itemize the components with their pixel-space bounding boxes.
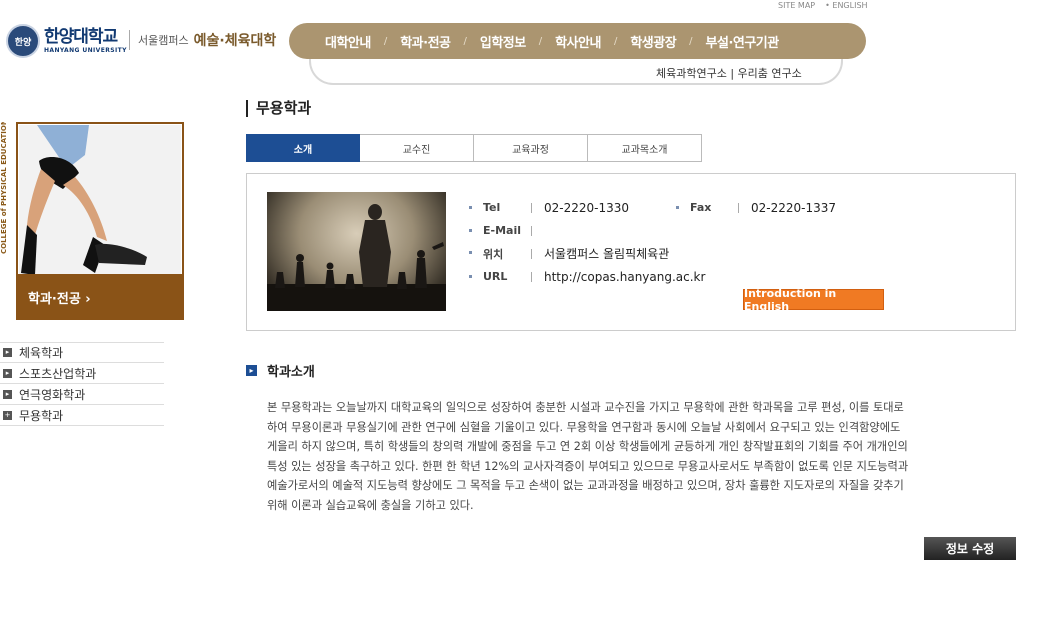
side-item-physical-education[interactable]: ▸ 체육학과 bbox=[0, 342, 164, 363]
gnb-item-student-square[interactable]: 학생광장 bbox=[630, 32, 676, 51]
tab-intro[interactable]: 소개 bbox=[246, 134, 360, 162]
section-heading: ▸ 학과소개 bbox=[246, 361, 315, 380]
gnb-separator: / bbox=[538, 35, 543, 47]
description-line: 예술가로서의 예술적 지도능력 향상에도 그 목적을 두고 손색이 없는 교과과… bbox=[267, 479, 904, 492]
promo-label: 학과·전공 › bbox=[18, 274, 182, 318]
gnb-item-about[interactable]: 대학안내 bbox=[325, 32, 371, 51]
divider bbox=[531, 202, 532, 213]
athlete-image bbox=[19, 125, 181, 275]
info-row-url: URL http://copas.hanyang.ac.kr bbox=[469, 265, 875, 288]
description-line: 본 무용학과는 오늘날까지 대학교육의 일익으로 성장하여 충분한 시설과 교수… bbox=[267, 401, 904, 414]
arrow-icon: ▸ bbox=[3, 348, 12, 357]
email-label: E-Mail bbox=[469, 224, 531, 237]
edit-info-button[interactable]: 정보 수정 bbox=[924, 537, 1016, 560]
fax-value: 02-2220-1337 bbox=[751, 200, 837, 215]
dept-tabs: 소개 교수진 교육과정 교과목소개 bbox=[246, 134, 702, 162]
arrow-icon: ▸ bbox=[3, 368, 12, 378]
gnb-item-majors[interactable]: 학과·전공 bbox=[400, 32, 451, 51]
dept-contact-table: Tel 02-2220-1330 Fax 02-2220-1337 E-Mail… bbox=[469, 196, 875, 288]
fax-label: Fax bbox=[676, 201, 738, 214]
url-label: URL bbox=[469, 270, 531, 283]
side-item-dance[interactable]: + 무용학과 bbox=[0, 405, 164, 426]
gnb-item-academics[interactable]: 학사안내 bbox=[555, 32, 601, 51]
dance-performance-photo bbox=[267, 192, 446, 311]
description-line: 하여 무용이론과 무용실기에 관한 연구에 심혈을 기울이고 있다. 무용학을 … bbox=[267, 420, 901, 434]
side-item-label: 체육학과 bbox=[19, 346, 64, 360]
gnb-item-institutes[interactable]: 부설·연구기관 bbox=[706, 32, 780, 51]
sitemap-link[interactable]: SITE MAP bbox=[778, 1, 815, 10]
description-line: 특성 있는 성장을 촉구하고 있다. 한편 한 학년 12%의 교사자격증이 부… bbox=[267, 459, 909, 473]
tel-value: 02-2220-1330 bbox=[544, 200, 630, 215]
description-line: 게을리 하지 않으며, 특히 학생들의 창의력 개발에 중점을 두고 연 2회 … bbox=[267, 440, 908, 453]
campus-title[interactable]: 서울캠퍼스 예술·체육대학 bbox=[129, 30, 276, 50]
side-menu: ▸ 체육학과 ▸ 스포츠산업학과 ▸ 연극영화학과 + 무용학과 bbox=[0, 342, 164, 426]
college-name: 예술·체육대학 bbox=[193, 33, 277, 49]
tel-label: Tel bbox=[469, 201, 531, 214]
majors-promo-banner[interactable]: 학과·전공 › bbox=[16, 122, 184, 320]
gnb-item-admissions[interactable]: 입학정보 bbox=[480, 32, 526, 51]
tab-curriculum[interactable]: 교육과정 bbox=[474, 134, 588, 162]
plus-icon: + bbox=[3, 410, 12, 420]
section-title: 학과소개 bbox=[267, 365, 315, 380]
info-row-location: 위치 서울캠퍼스 올림픽체육관 bbox=[469, 242, 875, 265]
introduction-english-button[interactable]: Introduction in English bbox=[743, 287, 884, 313]
dept-description: 본 무용학과는 오늘날까지 대학교육의 일익으로 성장하여 충분한 시설과 교수… bbox=[267, 398, 1019, 515]
divider bbox=[531, 271, 532, 282]
gnb-separator: / bbox=[383, 35, 388, 47]
logo-korean: 한양대학교 bbox=[44, 26, 118, 47]
college-vertical-label: COLLEGE of PHYSICAL EDUCATION bbox=[0, 122, 8, 254]
divider bbox=[531, 248, 532, 259]
divider bbox=[738, 202, 739, 213]
gnb-separator: / bbox=[613, 35, 618, 47]
side-item-label: 스포츠산업학과 bbox=[19, 366, 97, 381]
utility-links: SITE MAP • ENGLISH bbox=[778, 1, 868, 10]
location-label: 위치 bbox=[469, 246, 531, 262]
url-link[interactable]: http://copas.hanyang.ac.kr bbox=[544, 270, 705, 284]
info-row-email: E-Mail bbox=[469, 219, 875, 242]
arrow-icon: ▸ bbox=[246, 365, 257, 376]
gnb-separator: / bbox=[463, 35, 467, 47]
description-line: 위해 이론과 실습교육에 충실을 기하고 있다. bbox=[267, 498, 474, 512]
side-item-sports-industry[interactable]: ▸ 스포츠산업학과 bbox=[0, 363, 164, 384]
global-nav: 대학안내 / 학과·전공 / 입학정보 / 학사안내 / 학생광장 / 부설·연… bbox=[289, 23, 866, 59]
logo-english: HANYANG UNIVERSITY bbox=[44, 46, 127, 54]
tab-courses[interactable]: 교과목소개 bbox=[588, 134, 702, 162]
gnb-separator: / bbox=[689, 35, 693, 47]
location-value: 서울캠퍼스 올림픽체육관 bbox=[544, 247, 670, 261]
institute-sublinks[interactable]: 체육과학연구소 | 우리춤 연구소 bbox=[656, 65, 802, 81]
divider bbox=[531, 225, 532, 236]
university-seal-icon: 한양 bbox=[6, 24, 40, 58]
tab-faculty[interactable]: 교수진 bbox=[360, 134, 474, 162]
english-link[interactable]: • ENGLISH bbox=[825, 1, 867, 10]
university-logo[interactable]: 한양 한양대학교 HANYANG UNIVERSITY bbox=[6, 24, 127, 58]
side-item-theater-film[interactable]: ▸ 연극영화학과 bbox=[0, 384, 164, 405]
arrow-icon: ▸ bbox=[3, 389, 12, 399]
info-row-tel-fax: Tel 02-2220-1330 Fax 02-2220-1337 bbox=[469, 196, 875, 219]
side-item-label: 무용학과 bbox=[19, 408, 64, 423]
dept-info-box: Tel 02-2220-1330 Fax 02-2220-1337 E-Mail… bbox=[246, 173, 1016, 331]
page-title: 무용학과 bbox=[246, 100, 311, 117]
campus-sub-label: 서울캠퍼스 bbox=[138, 34, 189, 47]
side-item-label: 연극영화학과 bbox=[19, 387, 86, 402]
